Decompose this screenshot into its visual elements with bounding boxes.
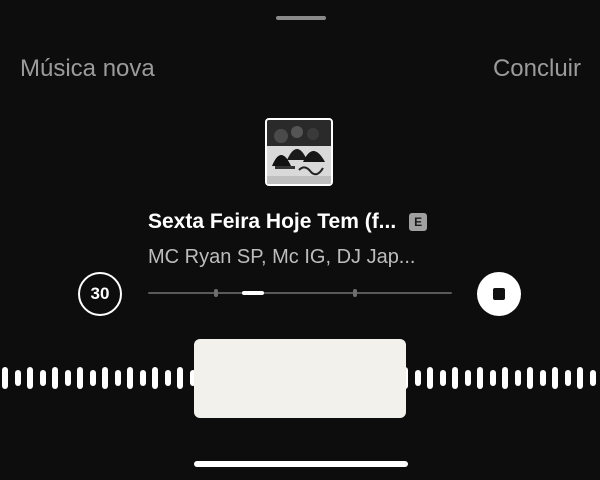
waveform-bar: [489, 370, 496, 386]
track-title-row: Sexta Feira Hoje Tem (f... E: [148, 206, 468, 238]
waveform-bar: [152, 367, 158, 389]
clip-selector-handle[interactable]: [194, 339, 406, 418]
waveform-bar: [589, 370, 596, 386]
album-cover: [265, 118, 333, 186]
clip-duration-button[interactable]: 30: [78, 272, 122, 316]
scrubber-marker: [214, 289, 218, 297]
track-title: Sexta Feira Hoje Tem (f...: [148, 210, 397, 233]
waveform-bar: [127, 367, 133, 389]
waveform-bar: [464, 370, 471, 386]
waveform-bar: [439, 370, 446, 386]
waveform-bar: [514, 370, 521, 386]
waveform-bar: [139, 370, 146, 386]
done-button[interactable]: Concluir: [493, 54, 581, 84]
waveform-bar: [102, 367, 108, 389]
waveform-bar: [539, 370, 546, 386]
waveform-bar: [77, 367, 83, 389]
stop-button[interactable]: [477, 272, 521, 316]
waveform-bar: [2, 367, 8, 389]
waveform-bar: [577, 367, 583, 389]
scrubber-marker: [353, 289, 357, 297]
waveform-bar: [89, 370, 96, 386]
track-artist: MC Ryan SP, Mc IG, DJ Jap...: [148, 246, 416, 268]
waveform-bar: [114, 370, 121, 386]
scrubber-track: [148, 292, 452, 294]
waveform-bar: [164, 370, 171, 386]
waveform-bar: [427, 367, 433, 389]
waveform-bar: [452, 367, 458, 389]
waveform-bar: [564, 370, 571, 386]
waveform-bar: [552, 367, 558, 389]
album-cover-image: [267, 120, 331, 184]
waveform-bar: [414, 370, 421, 386]
waveform-bar: [502, 367, 508, 389]
stop-icon: [493, 288, 505, 300]
waveform-bar: [477, 367, 483, 389]
explicit-badge: E: [409, 213, 428, 231]
waveform-bar: [39, 370, 46, 386]
sheet-grabber[interactable]: [276, 16, 326, 20]
waveform-bar: [64, 370, 71, 386]
waveform-bar: [177, 367, 183, 389]
new-music-sheet: Música nova Concluir Sexta Feira Hoje Te…: [0, 0, 600, 480]
waveform-bar: [527, 367, 533, 389]
waveform-bar: [27, 367, 33, 389]
waveform-bar: [52, 367, 58, 389]
new-music-button[interactable]: Música nova: [20, 54, 155, 84]
waveform-bar: [14, 370, 21, 386]
song-scrubber[interactable]: [148, 286, 452, 300]
home-indicator: [194, 461, 408, 467]
scrubber-selection: [242, 291, 264, 295]
